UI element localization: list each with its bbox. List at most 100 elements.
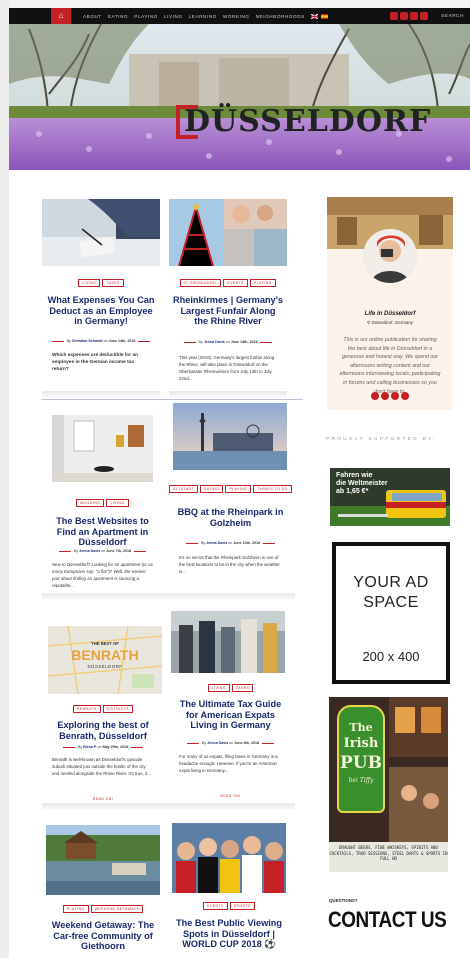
read-on-link[interactable]: READ ON! (169, 794, 292, 798)
post-author[interactable]: Elena P. (83, 745, 97, 749)
post-title[interactable]: The Ultimate Tax Guide for American Expa… (173, 699, 288, 731)
about-social-icons (327, 392, 453, 400)
post-thumbnail[interactable] (171, 611, 285, 673)
post-card[interactable]: BUILDING LIVING The Best Websites to Find… (42, 403, 163, 593)
post-thumbnail[interactable] (173, 403, 287, 470)
post-excerpt: New to Düsseldorf? Looking for an apartm… (52, 562, 153, 588)
post-card[interactable]: THE BEST OF BENRATH DÜSSELDORF BENRATH DI… (42, 611, 164, 803)
post-card[interactable]: IF OBERKASSEL EVENTS PLAYING Rheinkirmes |… (169, 199, 287, 391)
facebook-icon[interactable] (371, 392, 379, 400)
post-title[interactable]: The Best Websites to Find an Apartment i… (46, 516, 159, 548)
tag[interactable]: LIVING (78, 279, 101, 287)
tag[interactable]: TAXES (231, 684, 254, 692)
nav-menu: ABOUT EATING PLAYING LIVING LEARNING WOR… (83, 14, 305, 19)
bus-ad-line2: die Weltmeister (336, 480, 388, 487)
image-caption-top: THE BEST OF (91, 641, 119, 646)
hero-banner: DÜSSELDORF (9, 24, 470, 170)
twitter-icon[interactable] (381, 392, 389, 400)
post-author[interactable]: Jenna Davis (204, 340, 225, 344)
tag[interactable]: PLAYING (225, 485, 252, 493)
site-logo[interactable]: DÜSSELDORF (176, 104, 431, 139)
nav-item-learning[interactable]: LEARNING (189, 14, 217, 19)
instagram-icon[interactable] (401, 392, 409, 400)
post-byline: By Elena P. on May 29th, 2018 (62, 745, 144, 749)
tag[interactable]: LIVING (207, 684, 230, 692)
tag[interactable]: EATING (200, 485, 224, 493)
bus-advertisement[interactable]: Fahren wie die Weltmeister ab 1,65 €* (330, 468, 450, 526)
tag[interactable]: EVENTS (223, 279, 248, 287)
pub-sign-pub: PUB (340, 753, 382, 773)
image-caption-main: BENRATH (71, 647, 139, 663)
post-title[interactable]: Weekend Getaway: The Car-free Community … (46, 920, 160, 952)
post-thumbnail[interactable] (172, 823, 286, 893)
english-flag-icon[interactable] (310, 13, 318, 19)
post-card[interactable]: PLAYING WEEKEND GETAWAYS Weekend Getaway:… (42, 822, 164, 958)
tag[interactable]: PLAYING (249, 279, 276, 287)
post-author[interactable]: Jenna Davis (79, 549, 100, 553)
post-thumbnail[interactable] (52, 415, 153, 482)
nav-item-playing[interactable]: PLAYING (134, 14, 158, 19)
site-logo-text: DÜSSELDORF (184, 104, 432, 139)
post-card[interactable]: LIVING TAXES What Expenses You Can Deduct… (42, 199, 160, 391)
post-date: June 8th, 2018 (234, 741, 259, 745)
card-shadow (42, 391, 160, 397)
tag[interactable]: EVENTS (203, 902, 228, 910)
post-thumbnail[interactable] (46, 825, 160, 895)
about-description: This is our online publication for shari… (339, 337, 441, 395)
post-card[interactable]: LIVING TAXES The Ultimate Tax Guide for A… (169, 611, 292, 803)
post-byline: By Jenna Davis on June 13th, 2018 (186, 541, 275, 545)
post-author[interactable]: Jenna Davis (207, 741, 228, 745)
nav-item-eating[interactable]: EATING (108, 14, 128, 19)
post-title[interactable]: Exploring the best of Benrath, Düsseldor… (46, 720, 160, 741)
post-title[interactable]: BBQ at the Rheinpark in Golzheim (173, 507, 288, 528)
facebook-icon[interactable] (390, 12, 398, 20)
tag[interactable]: PLAYING (62, 905, 89, 913)
contact-us-link[interactable]: CONTACT US (328, 907, 447, 933)
search-link[interactable]: SEARCH (441, 13, 464, 18)
pinterest-icon[interactable] (391, 392, 399, 400)
instagram-icon[interactable] (420, 12, 428, 20)
post-byline: By Jenna Davis on June 14th, 2018 (183, 340, 273, 344)
post-excerpt: It's no secret that the Rheinpark Golzhe… (179, 555, 280, 574)
author-location: ⚲ Düsseldorf, Germany (327, 320, 453, 326)
tag[interactable]: BUILDING (76, 499, 105, 507)
tag[interactable]: LIVING (106, 499, 129, 507)
page: ⌂ ABOUT EATING PLAYING LIVING LEARNING W… (0, 0, 470, 958)
post-title[interactable]: The Best Public Viewing Spots in Düsseld… (171, 918, 287, 950)
tag[interactable]: SPORTS (229, 902, 255, 910)
post-thumbnail[interactable] (169, 199, 287, 266)
about-widget: Life in Düsseldorf ⚲ Düsseldorf, Germany… (327, 197, 453, 410)
post-author[interactable]: Jenna Davis (206, 541, 227, 545)
post-thumbnail[interactable]: THE BEST OF BENRATH DÜSSELDORF (48, 626, 162, 694)
pinterest-icon[interactable] (410, 12, 418, 20)
tag[interactable]: ALTSTADT (169, 485, 199, 493)
irish-pub-advertisement[interactable]: The Irish PUB bei Tiffy DRAUGHT BEERS, F… (329, 697, 448, 872)
post-thumbnail[interactable] (42, 199, 160, 266)
bus-ad-line3: ab 1,65 €* (336, 488, 369, 495)
home-button[interactable]: ⌂ (51, 8, 71, 24)
ad-line2: SPACE (363, 594, 419, 611)
ad-space-box[interactable]: YOUR AD SPACE 200 x 400 (332, 542, 450, 684)
tag[interactable]: IF OBERKASSEL (180, 279, 222, 287)
post-title[interactable]: What Expenses You Can Deduct as an Emplo… (46, 295, 156, 327)
tag[interactable]: WEEKEND GETAWAYS (90, 905, 144, 913)
post-title[interactable]: Rheinkirmes | Germany's Largest Funfair … (173, 295, 283, 327)
post-card[interactable]: EVENTS SPORTS The Best Public Viewing Spo… (167, 822, 291, 958)
nav-item-neighborhoods[interactable]: NEIGHBORHOODS (256, 14, 305, 19)
tag[interactable]: TAXES (102, 279, 124, 287)
tag[interactable]: DISTRICTS (102, 705, 133, 713)
bus-ad-line1: Fahren wie (336, 472, 373, 479)
nav-item-living[interactable]: LIVING (164, 14, 183, 19)
post-card[interactable]: ALTSTADT EATING PLAYING THINGS TO DO BBQ at… (169, 403, 292, 593)
twitter-icon[interactable] (400, 12, 408, 20)
tag[interactable]: BENRATH (73, 705, 101, 713)
author-location-text: Düsseldorf, Germany (371, 320, 413, 325)
post-author[interactable]: Christian Schmidt (72, 339, 103, 343)
tag[interactable]: THINGS TO DO (253, 485, 292, 493)
spanish-flag-icon[interactable] (320, 13, 328, 19)
social-icons (390, 12, 428, 20)
read-on-link[interactable]: READ ON! (42, 797, 164, 801)
nav-item-working[interactable]: WORKING (223, 14, 250, 19)
post-date: June 14th, 2018 (108, 339, 136, 343)
nav-item-about[interactable]: ABOUT (83, 14, 102, 19)
